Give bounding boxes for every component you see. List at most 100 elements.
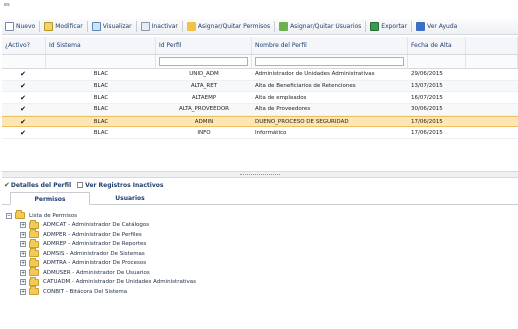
toolbar-separator (135, 21, 137, 32)
tree-item[interactable]: + ADMPER - Administrador De Perfiles (6, 229, 518, 240)
toolbar-separator (411, 21, 413, 32)
toolbar-separator (365, 21, 367, 32)
expand-icon[interactable]: + (20, 288, 26, 295)
assign-permissions-button[interactable]: Asignar/Quitar Permisos (184, 20, 273, 34)
profile-id-cell: ALTA_PROVEEDOR (179, 106, 229, 113)
table-row[interactable]: ✔ BLAC ALTAEMP Alta de empleados 16/07/2… (2, 92, 518, 105)
expand-icon[interactable]: + (20, 279, 26, 286)
toolbar: Nuevo Modificar Visualizar Inactivar Asi… (2, 19, 518, 35)
tree-item-label: CATUADM - Administrador De Unidades Admi… (43, 279, 197, 286)
toolbar-separator (181, 21, 183, 32)
edit-icon (44, 22, 54, 31)
tree-item[interactable]: + CATUADM - Administrador De Unidades Adm… (6, 276, 518, 288)
expand-icon[interactable]: + (20, 250, 26, 257)
date-cell: 30/06/2015 (411, 106, 443, 113)
view-button-label: Visualizar (102, 23, 132, 30)
profile-id-cell: INFO (197, 129, 211, 136)
expand-icon[interactable]: + (20, 231, 26, 238)
table-row[interactable]: ✔ BLAC UNID_ADM Administrador de Unidade… (2, 69, 518, 81)
tab-permissions[interactable]: Permisos (10, 192, 90, 205)
date-cell: 13/07/2015 (411, 83, 443, 90)
folder-icon (29, 238, 39, 248)
system-cell: BLAC (93, 71, 109, 78)
column-header-active[interactable]: ¿Activo? (2, 37, 46, 54)
expand-icon[interactable]: + (20, 222, 26, 229)
column-header-empty (466, 37, 518, 54)
expand-icon[interactable]: + (20, 260, 26, 267)
date-cell: 17/06/2015 (411, 129, 443, 136)
folder-icon (29, 248, 39, 258)
column-header-date[interactable]: Fecha de Alta (408, 37, 466, 54)
tree-item[interactable]: + CONBIT - Bitácora Del Sistema (6, 286, 518, 297)
system-cell: BLAC (93, 129, 109, 136)
view-button[interactable]: Visualizar (89, 20, 135, 34)
active-checkmark[interactable]: ✔ (19, 94, 27, 102)
folder-icon (29, 276, 39, 286)
column-header-profile-name[interactable]: Nombre del Perfil (252, 37, 408, 54)
date-cell: 29/06/2015 (411, 71, 443, 78)
date-cell: 17/06/2015 (411, 118, 443, 125)
toolbar-separator (86, 21, 88, 32)
profiles-grid: ¿Activo? Id Sistema Id Perfil Nombre del… (2, 37, 518, 140)
panel-splitter[interactable] (2, 172, 518, 178)
expand-icon[interactable]: + (20, 269, 26, 276)
tab-users[interactable]: Usuarios (90, 192, 170, 204)
new-document-icon (5, 22, 14, 31)
active-checkmark[interactable]: ✔ (19, 70, 27, 78)
profile-name-cell: Alta de empleados (255, 94, 307, 101)
assign-users-button[interactable]: Asignar/Quitar Usuarios (276, 20, 364, 34)
profile-name-cell: Alta de Proveedores (255, 106, 311, 113)
modify-button[interactable]: Modificar (41, 20, 86, 34)
table-row-selected[interactable]: ✔ BLAC ADMIN DUEÑO_PROCESO DE SEGURIDAD … (2, 115, 518, 128)
filter-cell-profile-name (252, 55, 408, 68)
system-cell: BLAC (93, 83, 109, 90)
folder-icon (29, 267, 39, 277)
tree-item-label: ADMPER - Administrador De Perfiles (43, 231, 142, 238)
profile-name-filter-input[interactable] (255, 57, 404, 66)
table-row[interactable]: ✔ BLAC ALTA_RET Alta de Beneficiarios de… (2, 80, 518, 93)
detail-options-bar: ✔Detalles del Perfil Ver Registros Inact… (2, 179, 518, 191)
filter-cell-empty (408, 55, 466, 68)
assign-permissions-label: Asignar/Quitar Permisos (197, 23, 271, 30)
tree-item[interactable]: + ADMCAT - Administrador De Catálogos (6, 219, 518, 231)
profile-name-cell: Alta de Beneficiarios de Retenciones (255, 83, 356, 90)
tree-item[interactable]: + ADMSIS - Administrador De Sistemas (6, 248, 518, 259)
profile-id-filter-input[interactable] (159, 57, 248, 66)
column-header-system[interactable]: Id Sistema (46, 37, 156, 54)
active-checkmark[interactable]: ✔ (19, 129, 27, 137)
folder-icon (29, 257, 39, 267)
active-checkmark[interactable]: ✔ (19, 118, 27, 126)
assign-users-label: Asignar/Quitar Usuarios (290, 23, 362, 30)
tree-root-label: Lista de Permisos (29, 212, 78, 219)
profile-id-cell: ADMIN (194, 118, 214, 125)
export-button[interactable]: Exportar (367, 20, 410, 34)
date-cell: 16/07/2015 (411, 94, 443, 101)
expand-icon[interactable]: + (20, 241, 26, 248)
profile-id-cell: ALTA_RET (190, 83, 218, 90)
modify-button-label: Modificar (55, 23, 83, 30)
show-inactive-toggle[interactable]: Ver Registros Inactivos (77, 182, 163, 189)
new-button[interactable]: Nuevo (2, 20, 38, 34)
tree-item[interactable]: + ADMTRA - Administrador De Procesos (6, 257, 518, 269)
permissions-tree: − Lista de Permisos + ADMCAT - Administrad… (2, 207, 518, 329)
active-checkmark[interactable]: ✔ (19, 105, 27, 113)
column-header-profile-id[interactable]: Id Perfil (156, 37, 252, 54)
system-cell: BLAC (93, 106, 109, 113)
table-row[interactable]: ✔ BLAC ALTA_PROVEEDOR Alta de Proveedore… (2, 104, 518, 116)
inactivate-button[interactable]: Inactivar (138, 20, 181, 34)
profile-id-cell: UNID_ADM (189, 71, 219, 78)
active-checkmark[interactable]: ✔ (19, 82, 27, 90)
inactivate-icon (140, 22, 150, 31)
system-cell: BLAC (93, 118, 109, 125)
help-button[interactable]: Ver Ayuda (413, 20, 460, 34)
tree-item[interactable]: + ADMREP - Administrador De Reportes (6, 238, 518, 250)
tree-root[interactable]: − Lista de Permisos (6, 210, 518, 221)
profile-details-toggle[interactable]: ✔Detalles del Perfil (4, 181, 71, 189)
tree-item[interactable]: + ADMUSER - Administrador De Usuarios (6, 267, 518, 278)
folder-icon (29, 286, 39, 296)
inactivate-button-label: Inactivar (151, 23, 178, 30)
collapse-icon[interactable]: − (6, 212, 12, 219)
filter-row (2, 55, 518, 69)
table-row[interactable]: ✔ BLAC INFO Informático 17/06/2015 (2, 127, 518, 140)
users-icon (279, 22, 289, 31)
